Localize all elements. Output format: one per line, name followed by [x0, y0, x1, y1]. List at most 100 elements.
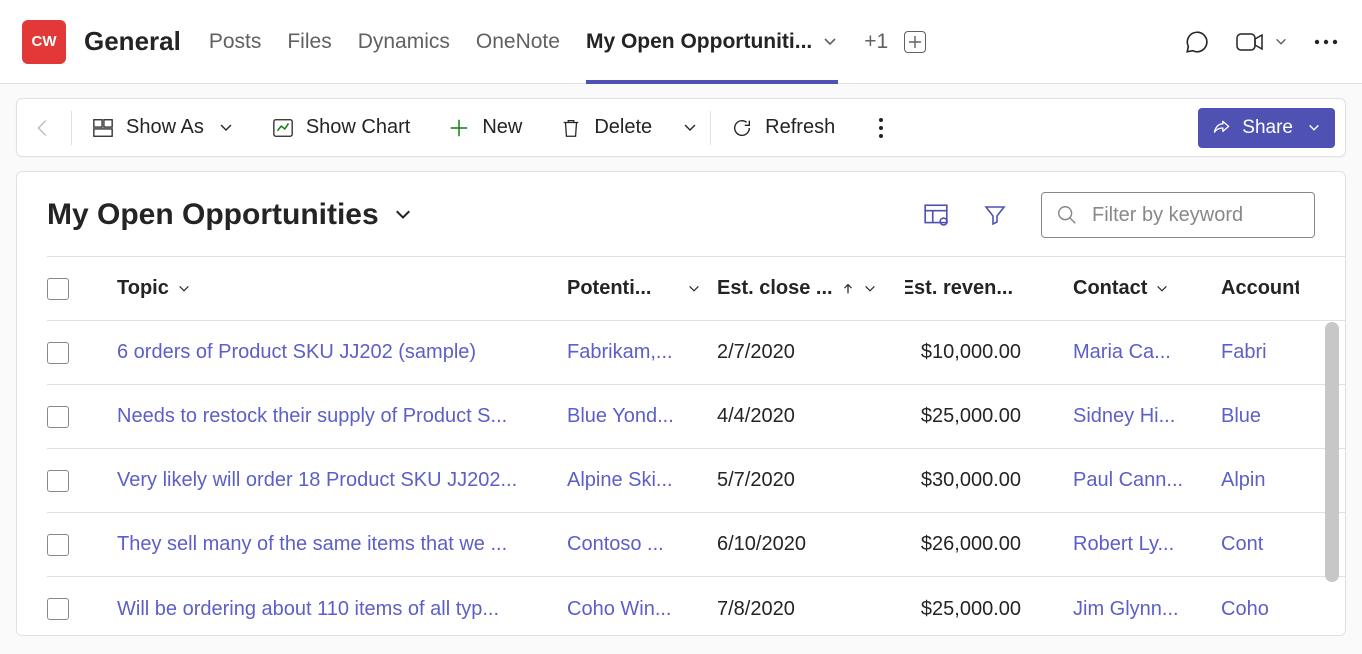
cell-contact[interactable]: Sidney Hi... — [1073, 405, 1221, 428]
cell-customer[interactable]: Contoso ... — [567, 533, 717, 556]
tab-overflow-count[interactable]: +1 — [864, 30, 888, 54]
column-label: Est. close ... — [717, 277, 833, 300]
command-overflow-button[interactable] — [869, 118, 893, 138]
cell-topic[interactable]: Needs to restock their supply of Product… — [117, 405, 567, 428]
show-as-button[interactable]: Show As — [84, 110, 242, 145]
row-checkbox[interactable] — [47, 470, 69, 492]
view-title-label: My Open Opportunities — [47, 198, 379, 232]
column-header-est-close[interactable]: Est. close ... — [717, 277, 905, 300]
cell-topic[interactable]: 6 orders of Product SKU JJ202 (sample) — [117, 341, 567, 364]
show-as-label: Show As — [126, 116, 204, 139]
cell-revenue: $25,000.00 — [905, 598, 1037, 621]
table-header-row: Topic Potenti... Est. close ... Est. rev… — [47, 257, 1345, 321]
share-icon — [1212, 118, 1232, 138]
search-icon — [1056, 204, 1078, 226]
edit-columns-icon[interactable] — [923, 202, 949, 228]
refresh-icon — [731, 117, 753, 139]
table-row[interactable]: Will be ordering about 110 items of all … — [47, 577, 1345, 636]
cell-contact[interactable]: Robert Ly... — [1073, 533, 1221, 556]
cell-account[interactable]: Fabri — [1221, 341, 1299, 364]
row-checkbox[interactable] — [47, 342, 69, 364]
vertical-scrollbar[interactable] — [1325, 322, 1339, 625]
chevron-down-icon[interactable] — [1274, 35, 1288, 49]
cell-revenue: $30,000.00 — [905, 469, 1037, 492]
opportunities-grid: Topic Potenti... Est. close ... Est. rev… — [47, 256, 1345, 636]
cell-revenue: $10,000.00 — [905, 341, 1037, 364]
sort-asc-icon — [841, 282, 855, 296]
team-avatar[interactable]: CW — [22, 20, 66, 64]
delete-label: Delete — [594, 116, 652, 139]
cell-contact[interactable]: Jim Glynn... — [1073, 598, 1221, 621]
tab-active-label: My Open Opportuniti... — [586, 30, 812, 54]
row-checkbox[interactable] — [47, 534, 69, 556]
filter-icon[interactable] — [983, 203, 1007, 227]
select-all-checkbox[interactable] — [47, 278, 69, 300]
trash-icon — [560, 117, 582, 139]
cell-close-date: 6/10/2020 — [717, 533, 905, 556]
more-options-button[interactable] — [1314, 39, 1338, 45]
cell-customer[interactable]: Coho Win... — [567, 598, 717, 621]
cell-account[interactable]: Blue — [1221, 405, 1299, 428]
cell-customer[interactable]: Fabrikam,... — [567, 341, 717, 364]
meet-video-icon[interactable] — [1236, 31, 1264, 53]
channel-actions — [1184, 29, 1338, 55]
share-button[interactable]: Share — [1198, 108, 1335, 148]
back-button[interactable] — [27, 117, 59, 139]
cell-account[interactable]: Alpin — [1221, 469, 1299, 492]
chevron-down-icon[interactable] — [822, 34, 838, 50]
search-input[interactable] — [1090, 203, 1346, 228]
refresh-button[interactable]: Refresh — [723, 110, 843, 145]
chevron-down-icon[interactable] — [218, 120, 234, 136]
tab-posts[interactable]: Posts — [209, 0, 262, 83]
cell-revenue: $26,000.00 — [905, 533, 1037, 556]
scrollbar-thumb[interactable] — [1325, 322, 1339, 582]
show-chart-label: Show Chart — [306, 116, 411, 139]
divider — [71, 111, 72, 145]
cell-topic[interactable]: Very likely will order 18 Product SKU JJ… — [117, 469, 567, 492]
column-label: Topic — [117, 277, 169, 300]
table-row[interactable]: Needs to restock their supply of Product… — [47, 385, 1345, 449]
column-label: Potenti... — [567, 277, 651, 300]
cell-topic[interactable]: They sell many of the same items that we… — [117, 533, 567, 556]
delete-button[interactable]: Delete — [552, 110, 660, 145]
tab-my-open-opportunities[interactable]: My Open Opportuniti... — [586, 0, 838, 83]
table-row[interactable]: They sell many of the same items that we… — [47, 513, 1345, 577]
view-tools — [923, 192, 1315, 238]
new-button[interactable]: New — [440, 110, 530, 145]
column-header-est-revenue[interactable]: Est. reven... — [905, 277, 1037, 300]
view-selector[interactable]: My Open Opportunities — [47, 198, 413, 232]
divider — [710, 111, 711, 145]
column-label: Contact — [1073, 277, 1147, 300]
add-tab-button[interactable] — [904, 31, 926, 53]
cell-revenue: $25,000.00 — [905, 405, 1037, 428]
table-row[interactable]: 6 orders of Product SKU JJ202 (sample) F… — [47, 321, 1345, 385]
column-header-topic[interactable]: Topic — [117, 277, 567, 300]
chevron-down-icon — [1307, 121, 1321, 135]
command-bar: Show As Show Chart New Delete — [16, 98, 1346, 157]
row-checkbox[interactable] — [47, 598, 69, 620]
cell-contact[interactable]: Maria Ca... — [1073, 341, 1221, 364]
cell-customer[interactable]: Alpine Ski... — [567, 469, 717, 492]
cell-topic[interactable]: Will be ordering about 110 items of all … — [117, 598, 567, 621]
plus-icon — [448, 117, 470, 139]
column-header-account[interactable]: Account — [1221, 277, 1299, 300]
chevron-down-icon — [863, 282, 877, 296]
column-header-contact[interactable]: Contact — [1073, 277, 1221, 300]
chevron-down-icon[interactable] — [682, 120, 698, 136]
cell-customer[interactable]: Blue Yond... — [567, 405, 717, 428]
chevron-down-icon — [687, 282, 701, 296]
tab-onenote[interactable]: OneNote — [476, 0, 560, 83]
search-box[interactable] — [1041, 192, 1315, 238]
row-checkbox[interactable] — [47, 406, 69, 428]
cell-contact[interactable]: Paul Cann... — [1073, 469, 1221, 492]
show-chart-button[interactable]: Show Chart — [264, 110, 419, 145]
cell-account[interactable]: Coho — [1221, 598, 1299, 621]
table-row[interactable]: Very likely will order 18 Product SKU JJ… — [47, 449, 1345, 513]
cell-account[interactable]: Cont — [1221, 533, 1299, 556]
column-label: Est. reven... — [905, 277, 1013, 300]
tab-files[interactable]: Files — [287, 0, 331, 83]
channel-header: CW General Posts Files Dynamics OneNote … — [0, 0, 1362, 84]
chat-icon[interactable] — [1184, 29, 1210, 55]
column-header-potential-customer[interactable]: Potenti... — [567, 277, 717, 300]
tab-dynamics[interactable]: Dynamics — [358, 0, 450, 83]
